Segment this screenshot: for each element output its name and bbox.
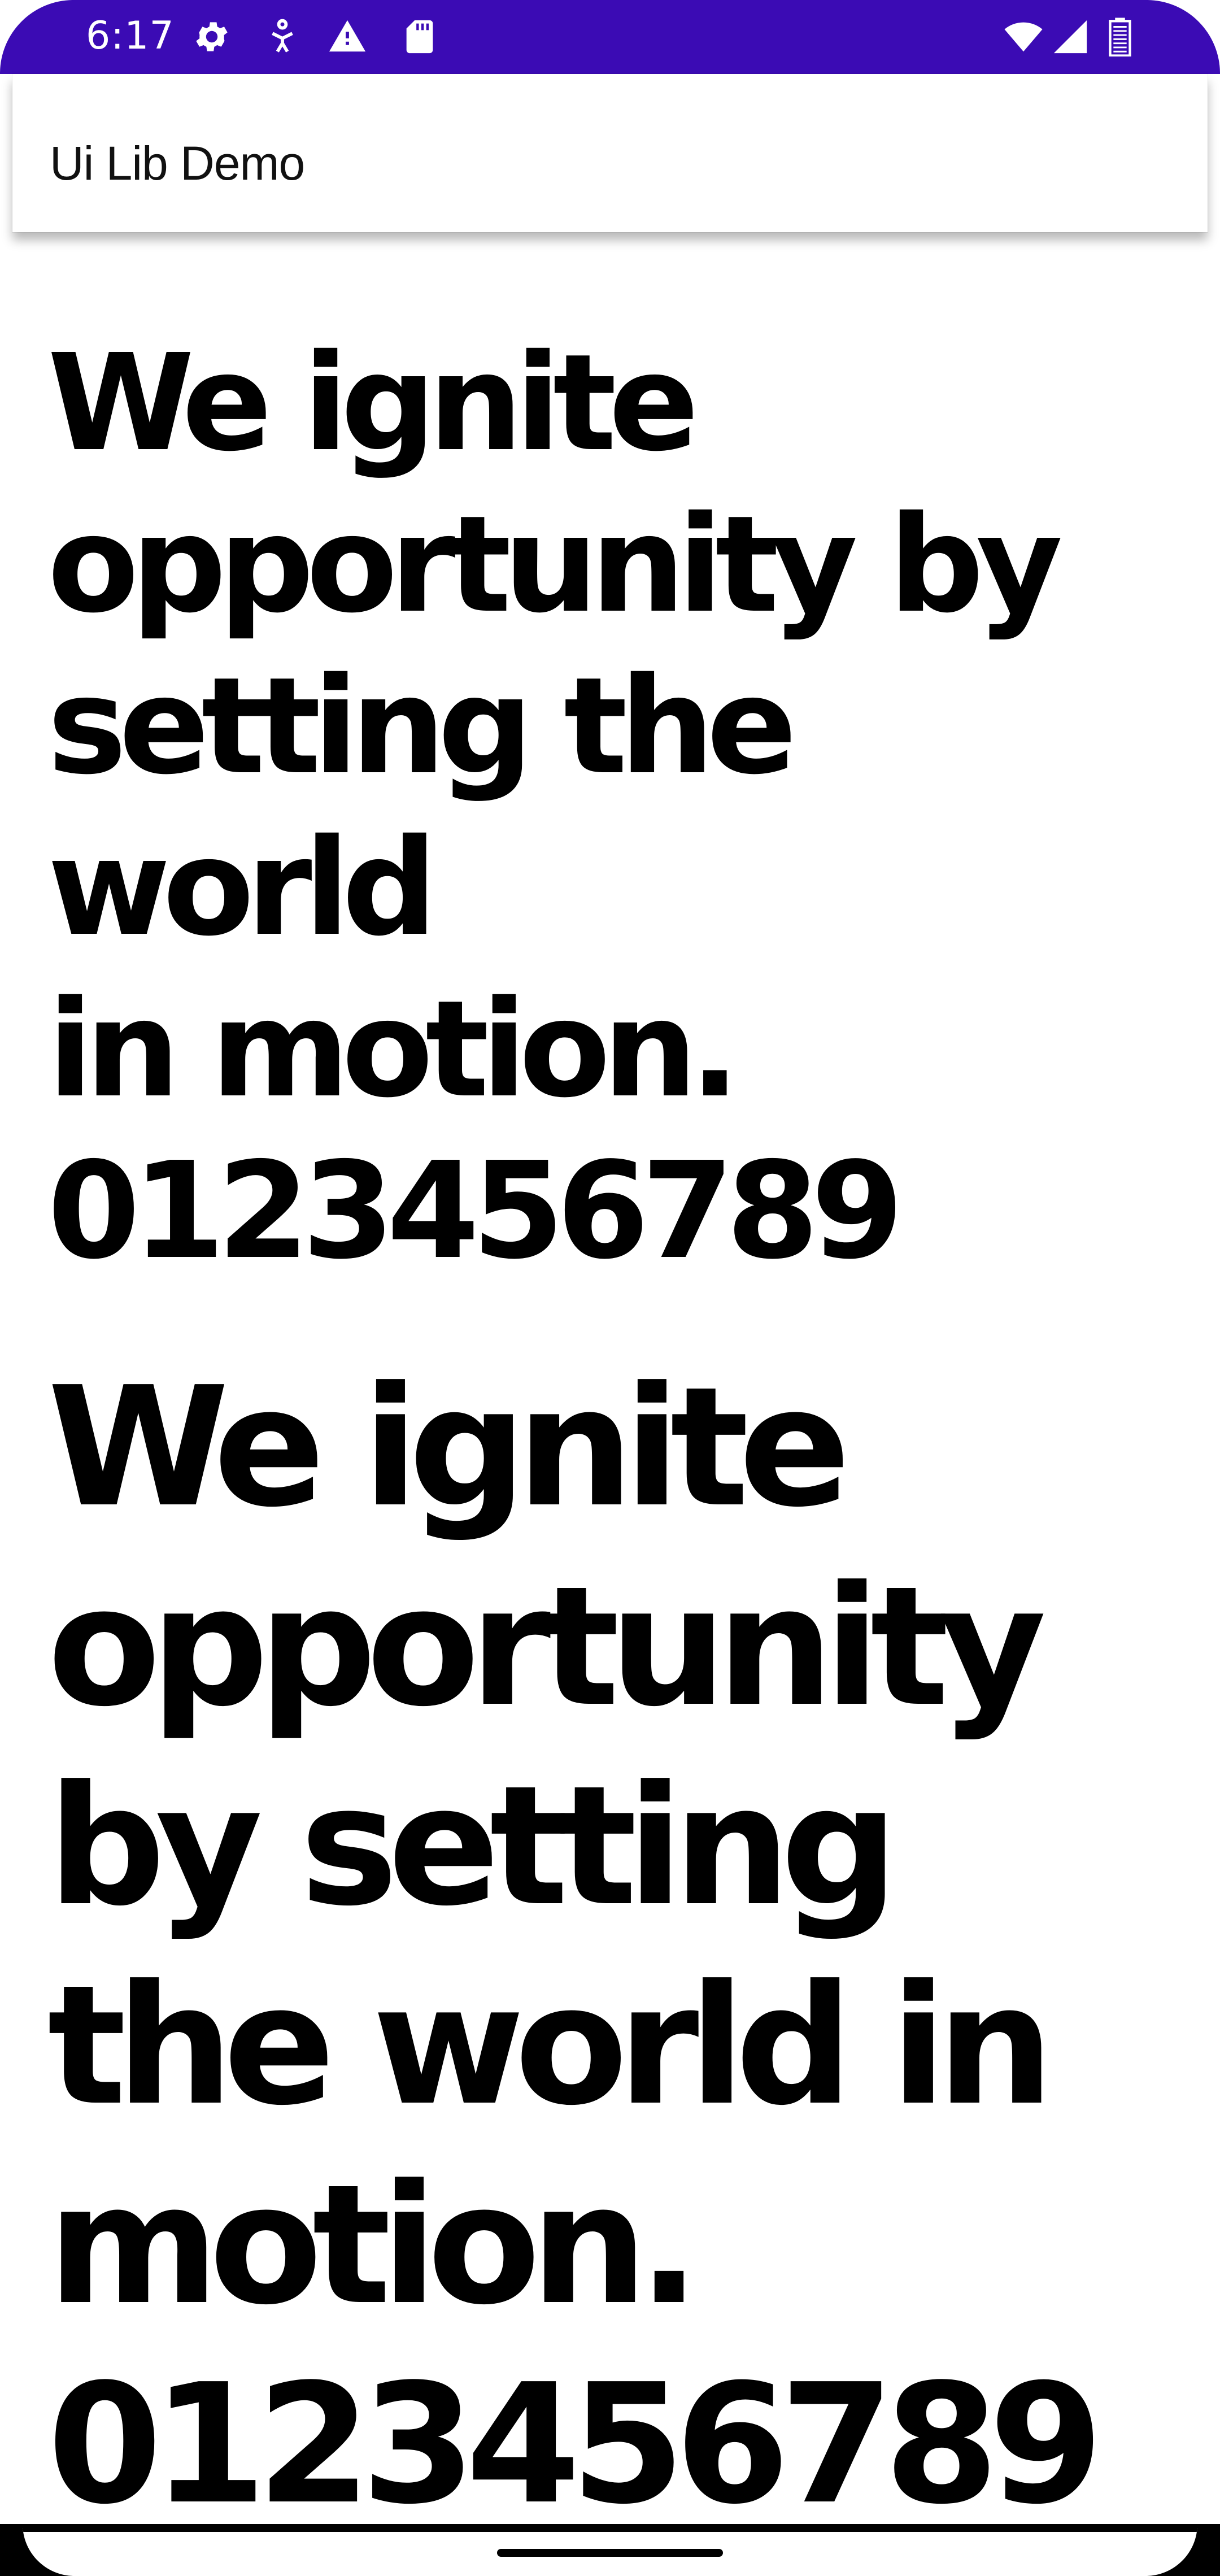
headline-text-medium: We ignite opportunity by setting the wor…: [47, 325, 1063, 1289]
wifi-icon: [1000, 17, 1047, 56]
app-bar: Ui Lib Demo: [12, 74, 1208, 232]
app-title: Ui Lib Demo: [50, 137, 305, 190]
gear-icon: [192, 17, 232, 56]
sd-card-icon: [400, 17, 439, 56]
content-scroll-area[interactable]: We ignite opportunity by setting the wor…: [0, 232, 1220, 2540]
home-handle[interactable]: [497, 2549, 723, 2557]
warning-icon: [328, 17, 367, 56]
battery-icon: [1104, 17, 1136, 56]
headline-text-large: We ignite opportunity by setting the wor…: [47, 1351, 1104, 2540]
status-bar: 6:17: [0, 0, 1220, 74]
accessibility-icon: [263, 17, 302, 56]
status-time: 6:17: [86, 14, 175, 58]
screen: 6:17 Ui Lib Demo We ignite opportunity b…: [0, 0, 1220, 2576]
signal-icon: [1048, 17, 1093, 56]
